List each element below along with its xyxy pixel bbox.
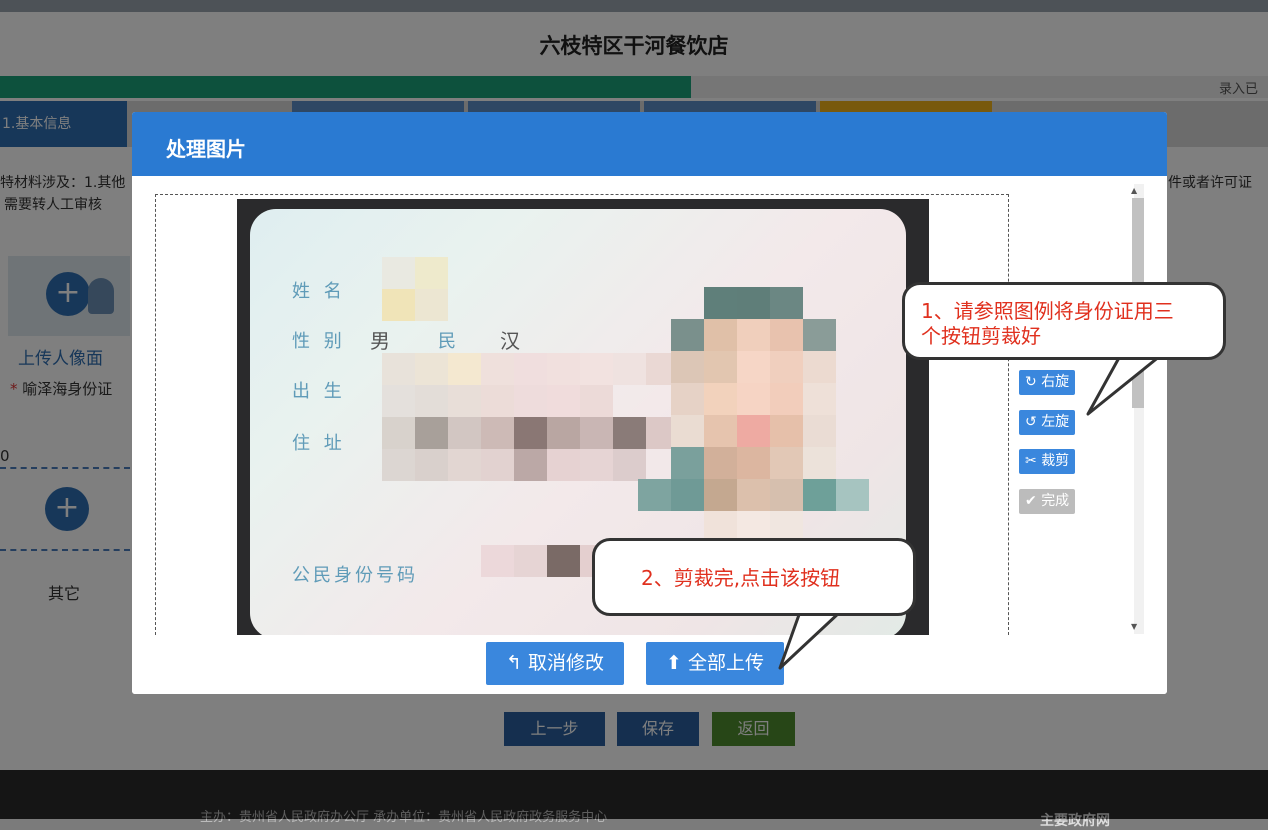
callout-tails [778,354,1162,670]
callout-line: 个按钮剪裁好 [921,324,1041,348]
callout-line: 1、请参照图例将身份证用三 [921,299,1174,323]
callout-crop-instruction: 1、请参照图例将身份证用三 个按钮剪裁好 [902,282,1226,360]
callout-line: 2、剪裁完,点击该按钮 [641,566,841,590]
callout-upload-instruction: 2、剪裁完,点击该按钮 [592,538,916,616]
